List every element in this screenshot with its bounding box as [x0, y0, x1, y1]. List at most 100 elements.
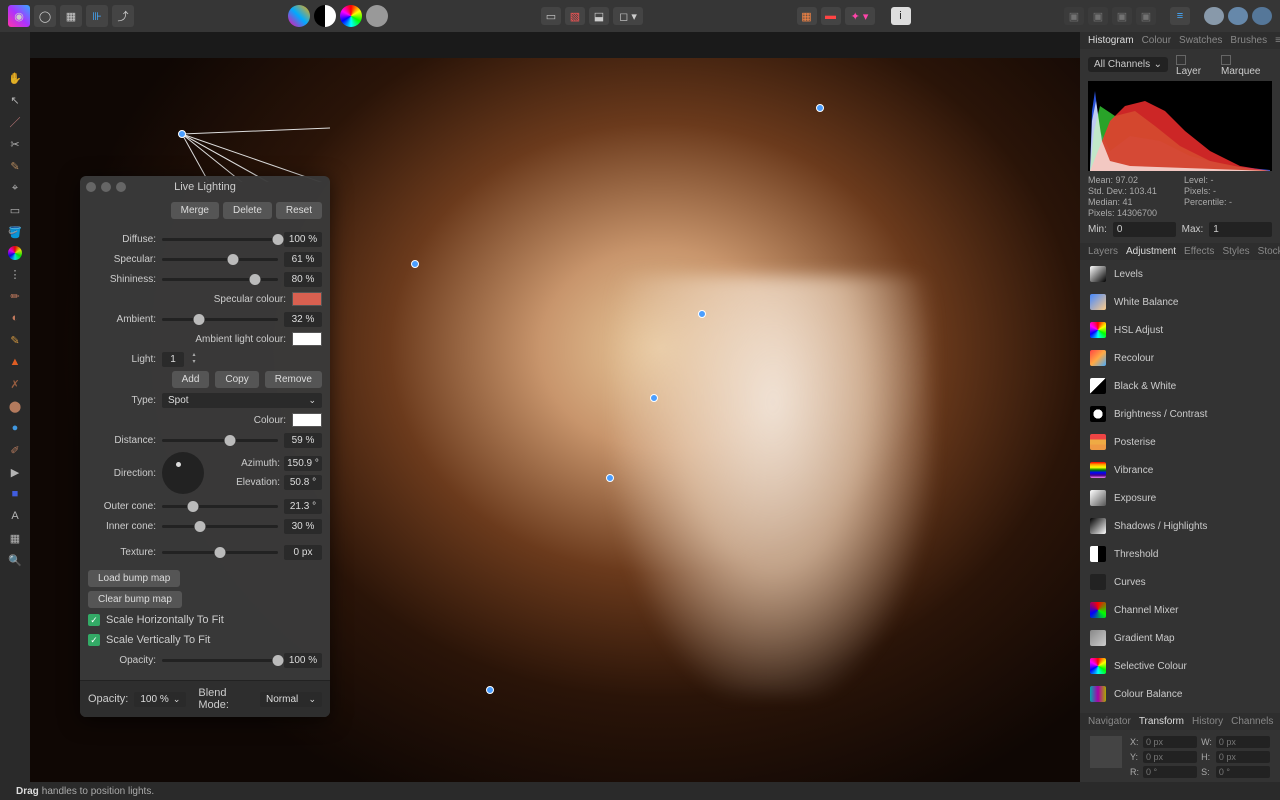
light-handle[interactable] — [606, 474, 614, 482]
airbrush-tool-icon[interactable]: ✏ — [5, 288, 25, 304]
adjustment-item[interactable]: Gradient Map — [1080, 624, 1280, 652]
adjustment-item[interactable]: Curves — [1080, 568, 1280, 596]
adjustment-item[interactable]: Colour Balance — [1080, 680, 1280, 708]
develop-persona-icon[interactable]: ▦ — [60, 5, 82, 27]
adjustment-item[interactable]: Threshold — [1080, 540, 1280, 568]
adjustment-item[interactable]: Selective Colour — [1080, 652, 1280, 680]
liquify-persona-icon[interactable]: ◯ — [34, 5, 56, 27]
tab-stock[interactable]: Stock — [1258, 246, 1280, 257]
select-rect-icon[interactable]: ▭ — [541, 7, 561, 25]
align-icon[interactable]: ≡ — [1170, 7, 1190, 25]
distance-slider[interactable] — [162, 439, 278, 442]
load-bump-button[interactable]: Load bump map — [88, 570, 180, 587]
adjustment-item[interactable]: Shadows / Highlights — [1080, 512, 1280, 540]
ambient-slider[interactable] — [162, 318, 278, 321]
light-handle[interactable] — [411, 260, 419, 268]
circle3-icon[interactable] — [1252, 7, 1272, 25]
ambient-colour-swatch[interactable] — [292, 332, 322, 346]
y-field[interactable]: 0 px — [1143, 751, 1197, 763]
adjustment-item[interactable]: Channel Mixer — [1080, 596, 1280, 624]
crop-tool-icon[interactable]: ✂ — [5, 136, 25, 152]
fx-tool-icon[interactable]: ✐ — [5, 442, 25, 458]
blend-mode-select[interactable]: Normal — [260, 692, 322, 707]
adjustment-item[interactable]: Recolour — [1080, 344, 1280, 372]
scratch-tool-icon[interactable]: ✗ — [5, 376, 25, 392]
channels-select[interactable]: All Channels — [1088, 57, 1168, 72]
adjustment-item[interactable]: Levels — [1080, 260, 1280, 288]
adjustment-item[interactable]: Brightness / Contrast — [1080, 400, 1280, 428]
tab-histogram[interactable]: Histogram — [1088, 35, 1134, 46]
arrange2-icon[interactable]: ▣ — [1088, 7, 1108, 25]
tab-adjustment[interactable]: Adjustment — [1126, 246, 1176, 257]
arrange3-icon[interactable]: ▣ — [1112, 7, 1132, 25]
r-field[interactable]: 0 ° — [1143, 766, 1197, 778]
add-light-button[interactable]: Add — [172, 371, 210, 388]
grid-tool-icon[interactable]: ▦ — [5, 530, 25, 546]
grey-icon[interactable] — [366, 5, 388, 27]
panel-menu-icon[interactable]: ≡ — [1275, 35, 1280, 46]
s-field[interactable]: 0 ° — [1216, 766, 1270, 778]
circle2-icon[interactable] — [1228, 7, 1248, 25]
adjustment-item[interactable]: Exposure — [1080, 484, 1280, 512]
merge-button[interactable]: Merge — [171, 202, 219, 219]
circle1-icon[interactable] — [1204, 7, 1224, 25]
hand-tool-icon[interactable]: ✋ — [5, 70, 25, 86]
inner-cone-slider[interactable] — [162, 525, 278, 528]
marquee-tool-icon[interactable]: ▭ — [5, 202, 25, 218]
retouch-tool-icon[interactable]: ⬤ — [5, 398, 25, 414]
marquee-checkbox[interactable] — [1221, 55, 1231, 65]
h-field[interactable]: 0 px — [1216, 751, 1270, 763]
copy-light-button[interactable]: Copy — [215, 371, 258, 388]
scale-h-checkbox[interactable]: ✓ — [88, 614, 100, 626]
footer-opacity-select[interactable]: 100 % — [134, 692, 186, 707]
direction-dial[interactable] — [162, 452, 204, 494]
tab-colour[interactable]: Colour — [1142, 35, 1171, 46]
specular-colour-swatch[interactable] — [292, 292, 322, 306]
brush-tool-icon[interactable]: ／ — [5, 114, 25, 130]
grid-toggle-icon[interactable]: ▦ — [797, 7, 817, 25]
remove-light-button[interactable]: Remove — [265, 371, 322, 388]
w-field[interactable]: 0 px — [1216, 736, 1270, 748]
burn-tool-icon[interactable]: ✎ — [5, 158, 25, 174]
tab-history[interactable]: History — [1192, 716, 1223, 727]
pencil-tool-icon[interactable]: ✎ — [5, 332, 25, 348]
adjustment-item[interactable]: White Balance — [1080, 288, 1280, 316]
flag-icon[interactable]: ▬ — [821, 7, 841, 25]
reset-button[interactable]: Reset — [276, 202, 322, 219]
shininess-slider[interactable] — [162, 278, 278, 281]
flood-tool-icon[interactable]: 🪣 — [5, 224, 25, 240]
tab-swatches[interactable]: Swatches — [1179, 35, 1222, 46]
tone-map-persona-icon[interactable]: ⊪ — [86, 5, 108, 27]
arrange1-icon[interactable]: ▣ — [1064, 7, 1084, 25]
light-handle[interactable] — [816, 104, 824, 112]
tab-navigator[interactable]: Navigator — [1088, 716, 1131, 727]
rect-tool-icon[interactable]: ■ — [5, 486, 25, 502]
layer-checkbox[interactable] — [1176, 55, 1186, 65]
zoom-tool-icon[interactable]: 🔍 — [5, 552, 25, 568]
min-field[interactable]: 0 — [1113, 222, 1176, 237]
colour-wheel-icon[interactable] — [340, 5, 362, 27]
dots-tool-icon[interactable]: ⋮ — [5, 266, 25, 282]
select-none-icon[interactable]: ▧ — [565, 7, 585, 25]
colour-swatch[interactable] — [292, 413, 322, 427]
quick-mask-icon[interactable]: ◻ ▾ — [613, 7, 643, 25]
light-handle[interactable] — [486, 686, 494, 694]
blur-tool-icon[interactable]: ● — [5, 420, 25, 436]
max-field[interactable]: 1 — [1209, 222, 1272, 237]
export-persona-icon[interactable]: ⤴ — [112, 5, 134, 27]
rainbow-tool-icon[interactable] — [8, 246, 22, 260]
tab-layers[interactable]: Layers — [1088, 246, 1118, 257]
select-invert-icon[interactable]: ⬓ — [589, 7, 609, 25]
scale-v-checkbox[interactable]: ✓ — [88, 634, 100, 646]
outer-cone-slider[interactable] — [162, 505, 278, 508]
x-field[interactable]: 0 px — [1143, 736, 1197, 748]
light-stepper[interactable]: ▴▾ — [190, 352, 198, 366]
texture-slider[interactable] — [162, 551, 278, 554]
info-icon[interactable]: i — [891, 7, 911, 25]
specular-slider[interactable] — [162, 258, 278, 261]
text-tool-icon[interactable]: A — [5, 508, 25, 524]
adjustment-item[interactable]: Vibrance — [1080, 456, 1280, 484]
live-lighting-panel[interactable]: Live Lighting Merge Delete Reset Diffuse… — [80, 176, 330, 717]
bw-icon[interactable] — [314, 5, 336, 27]
light-handle[interactable] — [650, 394, 658, 402]
